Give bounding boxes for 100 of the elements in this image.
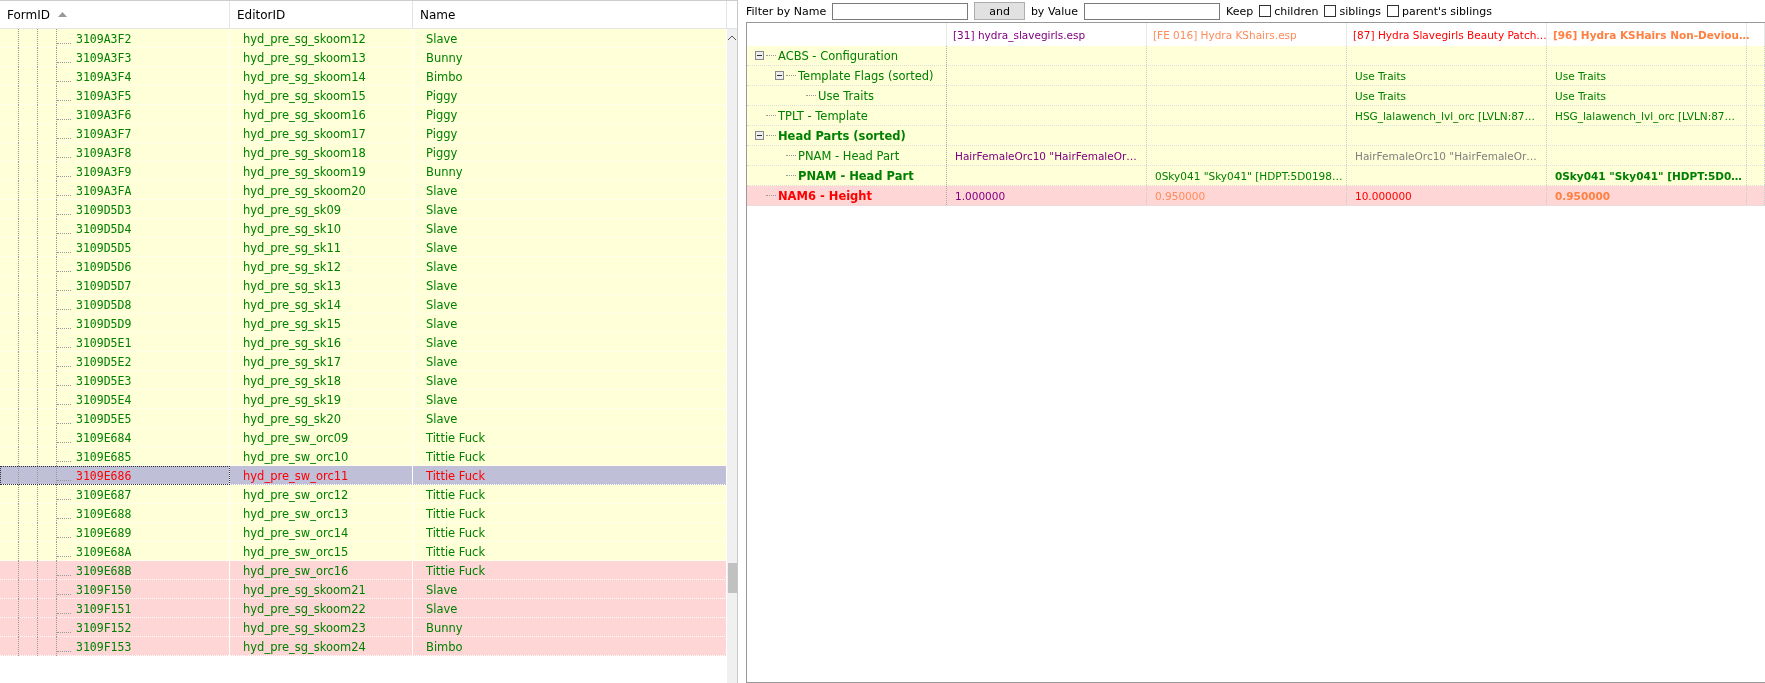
checkbox[interactable] [1324, 5, 1337, 17]
field-row[interactable]: TPLT - Template HSG_lalawench_lvl_orc [LVLN:87… HSG_lalawench_lvl_orc [LVLN:87… [747, 106, 1765, 126]
record-row[interactable]: 3109D5E2 hyd_pre_sg_sk17 Slave [0, 352, 727, 371]
record-row[interactable]: 3109F152 hyd_pre_sg_skoom23 Bunny [0, 618, 727, 637]
scrollbar-thumb[interactable] [727, 563, 737, 593]
form-id-cell: 3109D5E5 [76, 411, 132, 426]
form-id-cell: 3109F152 [76, 620, 132, 635]
collapse-icon[interactable] [755, 131, 764, 140]
record-row[interactable]: 3109D5D4 hyd_pre_sg_sk10 Slave [0, 219, 727, 238]
column-header[interactable]: Name [413, 1, 727, 28]
record-row[interactable]: 3109E687 hyd_pre_sw_orc12 Tittie Fuck [0, 485, 727, 504]
record-row[interactable]: 3109A3F4 hyd_pre_sg_skoom14 Bimbo [0, 67, 727, 86]
scrollbar[interactable] [727, 29, 737, 683]
value-filter-field[interactable] [1084, 2, 1221, 20]
form-id-cell: 3109D5E1 [76, 335, 132, 350]
form-id-cell: 3109A3F6 [76, 107, 132, 122]
field-row[interactable]: NAM6 - Height 1.000000 0.950000 10.000000 0.950000 [747, 186, 1765, 206]
form-id-cell: 3109A3F8 [76, 145, 132, 160]
field-value: 0Sky041 "Sky041" [HDPT:5D0… [1547, 166, 1747, 185]
field-label: PNAM - Head Part [798, 148, 900, 163]
form-id-cell: 3109A3F9 [76, 164, 132, 179]
form-id-cell: 3109E68B [76, 563, 132, 578]
record-row[interactable]: 3109A3F3 hyd_pre_sg_skoom13 Bunny [0, 48, 727, 67]
form-id-cell: 3109A3F5 [76, 88, 132, 103]
form-id-cell: 3109A3F3 [76, 50, 132, 65]
form-id-cell: 3109D5D5 [76, 240, 132, 255]
scroll-up-icon[interactable] [728, 35, 736, 40]
form-id-cell: 3109A3F7 [76, 126, 132, 141]
record-row[interactable]: 3109E68B hyd_pre_sw_orc16 Tittie Fuck [0, 561, 727, 580]
record-row[interactable]: 3109D5E4 hyd_pre_sg_sk19 Slave [0, 390, 727, 409]
field-label: TPLT - Template [778, 108, 868, 123]
form-id-cell: 3109D5D9 [76, 316, 132, 331]
record-row[interactable]: 3109D5D3 hyd_pre_sg_sk09 Slave [0, 200, 727, 219]
collapse-icon[interactable] [775, 71, 784, 80]
field-value: 1.000000 [947, 186, 1147, 205]
filter-name-label: Filter by Name [746, 4, 827, 18]
form-id-cell: 3109A3FA [76, 183, 132, 198]
form-id-cell: 3109E685 [76, 449, 132, 464]
form-id-cell: 3109D5D6 [76, 259, 132, 274]
field-row[interactable]: PNAM - Head Part HairFemaleOrc10 "HairFemaleOr… HairFemaleOrc10 "HairFemaleOr… [747, 146, 1765, 166]
record-row[interactable]: 3109F151 hyd_pre_sg_skoom22 Slave [0, 599, 727, 618]
field-label: Use Traits [818, 88, 874, 103]
column-header[interactable]: EditorID [230, 1, 413, 28]
column-header[interactable]: FormID [0, 1, 230, 28]
record-row[interactable]: 3109E685 hyd_pre_sw_orc10 Tittie Fuck [0, 447, 727, 466]
field-label: NAM6 - Height [778, 188, 873, 203]
record-row[interactable]: 3109E689 hyd_pre_sw_orc14 Tittie Fuck [0, 523, 727, 542]
record-row[interactable]: 3109D5D5 hyd_pre_sg_sk11 Slave [0, 238, 727, 257]
record-row[interactable]: 3109E688 hyd_pre_sw_orc13 Tittie Fuck [0, 504, 727, 523]
filter-value-label: by Value [1030, 4, 1079, 18]
form-id-cell: 3109F153 [76, 639, 132, 654]
record-row[interactable]: 3109A3FA hyd_pre_sg_skoom20 Slave [0, 181, 727, 200]
field-value: HairFemaleOrc10 "HairFemaleOr… [1347, 146, 1547, 165]
field-row[interactable]: PNAM - Head Part 0Sky041 "Sky041" [HDPT:5D0198… 0Sky041 "Sky041" [HDPT:5D0… [747, 166, 1765, 186]
field-value: Use Traits [1347, 66, 1547, 85]
record-row[interactable]: 3109F150 hyd_pre_sg_skoom21 Slave [0, 580, 727, 599]
field-value: HSG_lalawench_lvl_orc [LVLN:87… [1547, 106, 1747, 125]
name-filter-field[interactable] [832, 2, 969, 20]
field-row[interactable]: Template Flags (sorted) Use Traits Use Traits [747, 66, 1765, 86]
record-row[interactable]: 3109D5D9 hyd_pre_sg_sk15 Slave [0, 314, 727, 333]
checkbox-label[interactable]: children [1274, 4, 1319, 18]
field-label: Head Parts (sorted) [778, 128, 906, 143]
field-value: Use Traits [1547, 66, 1747, 85]
record-row[interactable]: 3109A3F9 hyd_pre_sg_skoom19 Bunny [0, 162, 727, 181]
record-row[interactable]: 3109E68A hyd_pre_sw_orc15 Tittie Fuck [0, 542, 727, 561]
record-row[interactable]: 3109F153 hyd_pre_sg_skoom24 Bimbo [0, 637, 727, 656]
form-id-cell: 3109E68A [76, 544, 132, 559]
record-row[interactable]: 3109A3F7 hyd_pre_sg_skoom17 Piggy [0, 124, 727, 143]
field-row[interactable]: ACBS - Configuration [747, 46, 1765, 66]
record-row[interactable]: 3109A3F2 hyd_pre_sg_skoom12 Slave [0, 29, 727, 48]
record-row[interactable]: 3109A3F8 hyd_pre_sg_skoom18 Piggy [0, 143, 727, 162]
record-row[interactable]: 3109D5D8 hyd_pre_sg_sk14 Slave [0, 295, 727, 314]
record-row[interactable]: 3109A3F6 hyd_pre_sg_skoom16 Piggy [0, 105, 727, 124]
collapse-icon[interactable] [755, 51, 764, 60]
form-id-cell: 3109D5E2 [76, 354, 132, 369]
checkbox-label[interactable]: parent's siblings [1402, 4, 1492, 18]
form-id-cell: 3109F150 [76, 582, 132, 597]
form-id-cell: 3109D5E4 [76, 392, 132, 407]
record-row[interactable]: 3109E684 hyd_pre_sw_orc09 Tittie Fuck [0, 428, 727, 447]
field-label: ACBS - Configuration [778, 48, 899, 63]
form-id-cell: 3109D5D7 [76, 278, 132, 293]
and-button[interactable]: and [974, 2, 1025, 20]
field-value: HairFemaleOrc10 "HairFemaleOr… [947, 146, 1147, 165]
record-row[interactable]: 3109D5E3 hyd_pre_sg_sk18 Slave [0, 371, 727, 390]
field-value: HSG_lalawench_lvl_orc [LVLN:87… [1347, 106, 1547, 125]
field-label: Template Flags (sorted) [798, 68, 934, 83]
checkbox[interactable] [1387, 5, 1399, 17]
record-row[interactable]: 3109D5D7 hyd_pre_sg_sk13 Slave [0, 276, 727, 295]
field-value: 0.950000 [1147, 186, 1347, 205]
record-row[interactable]: 3109A3F5 hyd_pre_sg_skoom15 Piggy [0, 86, 727, 105]
field-row[interactable]: Use Traits Use Traits Use Traits [747, 86, 1765, 106]
checkbox-label[interactable]: siblings [1339, 4, 1381, 18]
field-value: 0.950000 [1547, 186, 1747, 205]
record-row[interactable]: 3109D5E5 hyd_pre_sg_sk20 Slave [0, 409, 727, 428]
keep-label: Keep [1226, 4, 1254, 18]
checkbox[interactable] [1259, 5, 1272, 17]
field-row[interactable]: Head Parts (sorted) [747, 126, 1765, 146]
form-id-cell: 3109D5D3 [76, 202, 132, 217]
record-row[interactable]: 3109D5E1 hyd_pre_sg_sk16 Slave [0, 333, 727, 352]
record-row[interactable]: 3109D5D6 hyd_pre_sg_sk12 Slave [0, 257, 727, 276]
